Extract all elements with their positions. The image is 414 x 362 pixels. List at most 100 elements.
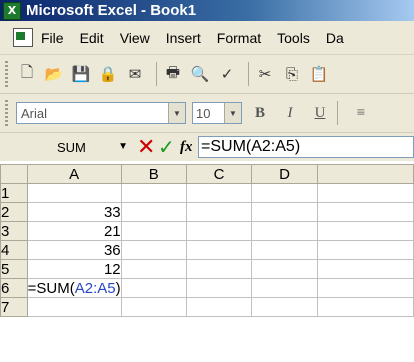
- align-left-icon[interactable]: ≡: [349, 102, 373, 124]
- cut-icon[interactable]: ✂: [254, 63, 276, 85]
- menu-data[interactable]: Da: [326, 30, 344, 46]
- cell-a5[interactable]: 12: [26, 259, 122, 279]
- cell-a2[interactable]: 33: [26, 202, 122, 222]
- row-header-6[interactable]: 6: [0, 278, 28, 298]
- table-row: 3 21: [0, 221, 414, 241]
- cell-c7[interactable]: [185, 297, 253, 317]
- edit-formula-prefix: =SUM(: [27, 279, 75, 297]
- chevron-down-icon[interactable]: ▼: [224, 103, 241, 123]
- select-all-corner[interactable]: [0, 164, 28, 184]
- paste-icon[interactable]: 📋: [308, 63, 330, 85]
- italic-button[interactable]: I: [278, 102, 302, 124]
- workbook-icon[interactable]: [13, 28, 33, 47]
- row-header-3[interactable]: 3: [0, 221, 28, 241]
- formula-bar: SUM ▼ ✕ ✓ fx =SUM(A2:A5): [0, 133, 414, 161]
- font-size-select[interactable]: 10 ▼: [192, 102, 242, 124]
- cell-b2[interactable]: [120, 202, 187, 222]
- cell-a4[interactable]: 36: [26, 240, 122, 260]
- enter-icon[interactable]: ✓: [158, 135, 176, 159]
- menu-file[interactable]: File: [41, 30, 64, 46]
- cell-e7[interactable]: [316, 297, 414, 317]
- excel-app-icon[interactable]: X: [3, 1, 21, 20]
- toolbar-grip[interactable]: [5, 100, 8, 126]
- underline-button[interactable]: U: [308, 102, 332, 124]
- bold-button[interactable]: B: [248, 102, 272, 124]
- toolbar-separator: [248, 62, 249, 86]
- new-icon[interactable]: 🗋: [16, 63, 38, 85]
- cell-e2[interactable]: [316, 202, 414, 222]
- cell-b6[interactable]: [120, 278, 187, 298]
- cell-a6-editing[interactable]: =SUM(A2:A5): [26, 278, 122, 298]
- cell-a7[interactable]: [26, 297, 122, 317]
- table-row: 7: [0, 297, 414, 317]
- cell-a3[interactable]: 21: [26, 221, 122, 241]
- menu-format[interactable]: Format: [217, 30, 261, 46]
- print-preview-icon[interactable]: 🔍: [189, 63, 211, 85]
- menu-insert[interactable]: Insert: [166, 30, 201, 46]
- column-header-a[interactable]: A: [26, 164, 122, 184]
- cancel-icon[interactable]: ✕: [137, 135, 155, 160]
- chevron-down-icon[interactable]: ▼: [168, 103, 185, 123]
- cell-b5[interactable]: [120, 259, 187, 279]
- column-header-b[interactable]: B: [120, 164, 187, 184]
- row-header-2[interactable]: 2: [0, 202, 28, 222]
- table-row: 1: [0, 183, 414, 203]
- font-name-select[interactable]: Arial ▼: [16, 102, 186, 124]
- cell-c4[interactable]: [185, 240, 253, 260]
- row-header-7[interactable]: 7: [0, 297, 28, 317]
- toolbar-grip[interactable]: [5, 61, 8, 87]
- cell-d3[interactable]: [251, 221, 318, 241]
- formatting-toolbar: Arial ▼ 10 ▼ B I U ≡: [0, 94, 414, 133]
- cell-e3[interactable]: [316, 221, 414, 241]
- menu-tools[interactable]: Tools: [277, 30, 310, 46]
- cell-e6[interactable]: [316, 278, 414, 298]
- open-icon[interactable]: 📂: [43, 63, 65, 85]
- menu-edit[interactable]: Edit: [80, 30, 104, 46]
- cell-b4[interactable]: [120, 240, 187, 260]
- cell-d4[interactable]: [251, 240, 318, 260]
- cell-d6[interactable]: [251, 278, 318, 298]
- toolbar-separator: [156, 62, 157, 86]
- name-box-value: SUM: [57, 139, 86, 155]
- formula-input[interactable]: =SUM(A2:A5): [198, 136, 414, 158]
- cell-e5[interactable]: [316, 259, 414, 279]
- cell-c2[interactable]: [185, 202, 253, 222]
- copy-icon[interactable]: ⎘: [281, 63, 303, 85]
- cell-d7[interactable]: [251, 297, 318, 317]
- save-icon[interactable]: 💾: [70, 63, 92, 85]
- worksheet-grid[interactable]: A B C D 1 2 33 3 21 4 36 5 12 6 =SUM(A2:…: [0, 164, 414, 362]
- table-row: 6 =SUM(A2:A5): [0, 278, 414, 298]
- cell-a1[interactable]: [26, 183, 122, 203]
- row-header-1[interactable]: 1: [0, 183, 28, 203]
- menu-view[interactable]: View: [120, 30, 150, 46]
- chevron-down-icon[interactable]: ▼: [118, 141, 128, 152]
- cell-b7[interactable]: [120, 297, 187, 317]
- cell-b3[interactable]: [120, 221, 187, 241]
- cell-c5[interactable]: [185, 259, 253, 279]
- cell-d1[interactable]: [251, 183, 318, 203]
- table-row: 4 36: [0, 240, 414, 260]
- cell-d2[interactable]: [251, 202, 318, 222]
- row-header-4[interactable]: 4: [0, 240, 28, 260]
- name-box[interactable]: SUM ▼: [0, 136, 132, 158]
- cell-e1[interactable]: [316, 183, 414, 203]
- cell-c6[interactable]: [185, 278, 253, 298]
- print-icon[interactable]: 🖶: [162, 63, 184, 85]
- window-title-bar[interactable]: X Microsoft Excel - Book1: [0, 0, 414, 21]
- spelling-icon[interactable]: ✓: [216, 63, 238, 85]
- cell-c1[interactable]: [185, 183, 253, 203]
- cell-b1[interactable]: [120, 183, 187, 203]
- toolbar-separator: [337, 101, 338, 125]
- column-header-d[interactable]: D: [251, 164, 318, 184]
- permission-icon[interactable]: 🔒: [97, 63, 119, 85]
- cell-c3[interactable]: [185, 221, 253, 241]
- row-header-5[interactable]: 5: [0, 259, 28, 279]
- column-header-c[interactable]: C: [185, 164, 253, 184]
- formula-value: =SUM(A2:A5): [201, 138, 301, 155]
- email-icon[interactable]: ✉: [124, 63, 146, 85]
- cell-d5[interactable]: [251, 259, 318, 279]
- column-header-e[interactable]: [316, 164, 414, 184]
- edit-formula-suffix: ): [115, 279, 121, 297]
- cell-e4[interactable]: [316, 240, 414, 260]
- insert-function-icon[interactable]: fx: [180, 139, 198, 156]
